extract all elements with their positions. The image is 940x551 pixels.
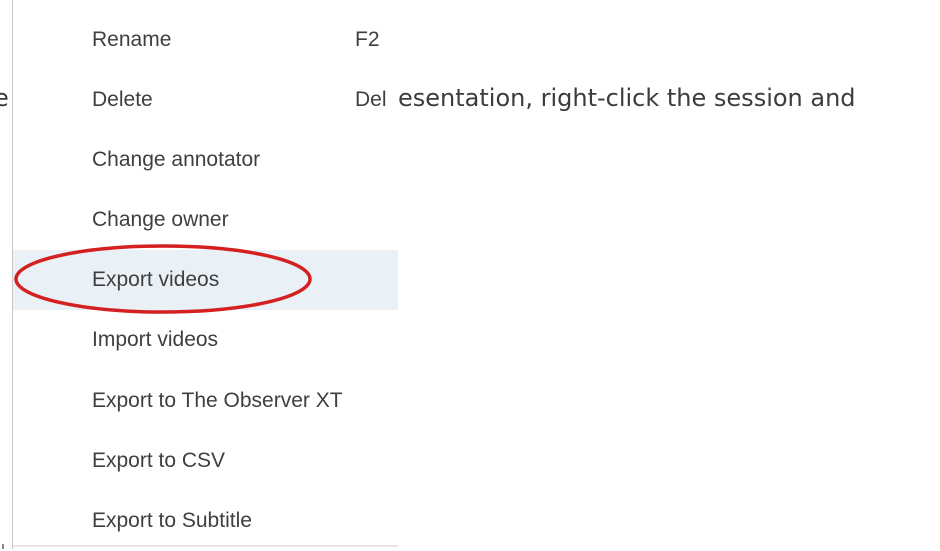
menu-item-export-subtitle[interactable]: Export to Subtitle — [13, 491, 398, 551]
menu-item-change-owner[interactable]: Change owner — [13, 190, 398, 250]
menu-item-label: Delete — [92, 88, 153, 111]
menu-item-change-annotator[interactable]: Change annotator — [13, 130, 398, 190]
menu-item-shortcut: F2 — [355, 28, 380, 51]
menu-item-label: Export to CSV — [92, 449, 226, 472]
menu-item-shortcut: Del — [355, 88, 387, 111]
menu-item-label: Export videos — [92, 268, 220, 291]
menu-item-label: Export to Subtitle — [92, 509, 252, 532]
context-menu: Rename F2 Delete Del Change annotator Ch… — [13, 0, 398, 549]
menu-item-delete[interactable]: Delete Del — [13, 70, 398, 130]
menu-item-export-observer-xt[interactable]: Export to The Observer XT — [13, 371, 398, 431]
menu-item-export-videos[interactable]: Export videos — [13, 250, 398, 310]
menu-item-label: Change annotator — [92, 148, 261, 171]
menu-bottom-divider — [13, 545, 398, 547]
menu-item-rename[interactable]: Rename F2 — [13, 10, 398, 70]
menu-item-label: Export to The Observer XT — [92, 389, 343, 412]
menu-item-label: Rename — [92, 28, 172, 51]
menu-item-label: Import videos — [92, 328, 219, 351]
background-text-left: e — [0, 84, 9, 112]
menu-item-label: Change owner — [92, 208, 229, 231]
background-text-right: esentation, right-click the session and — [398, 84, 856, 112]
edge-mark — [2, 544, 4, 549]
menu-item-export-csv[interactable]: Export to CSV — [13, 431, 398, 491]
menu-item-import-videos[interactable]: Import videos — [13, 310, 398, 370]
